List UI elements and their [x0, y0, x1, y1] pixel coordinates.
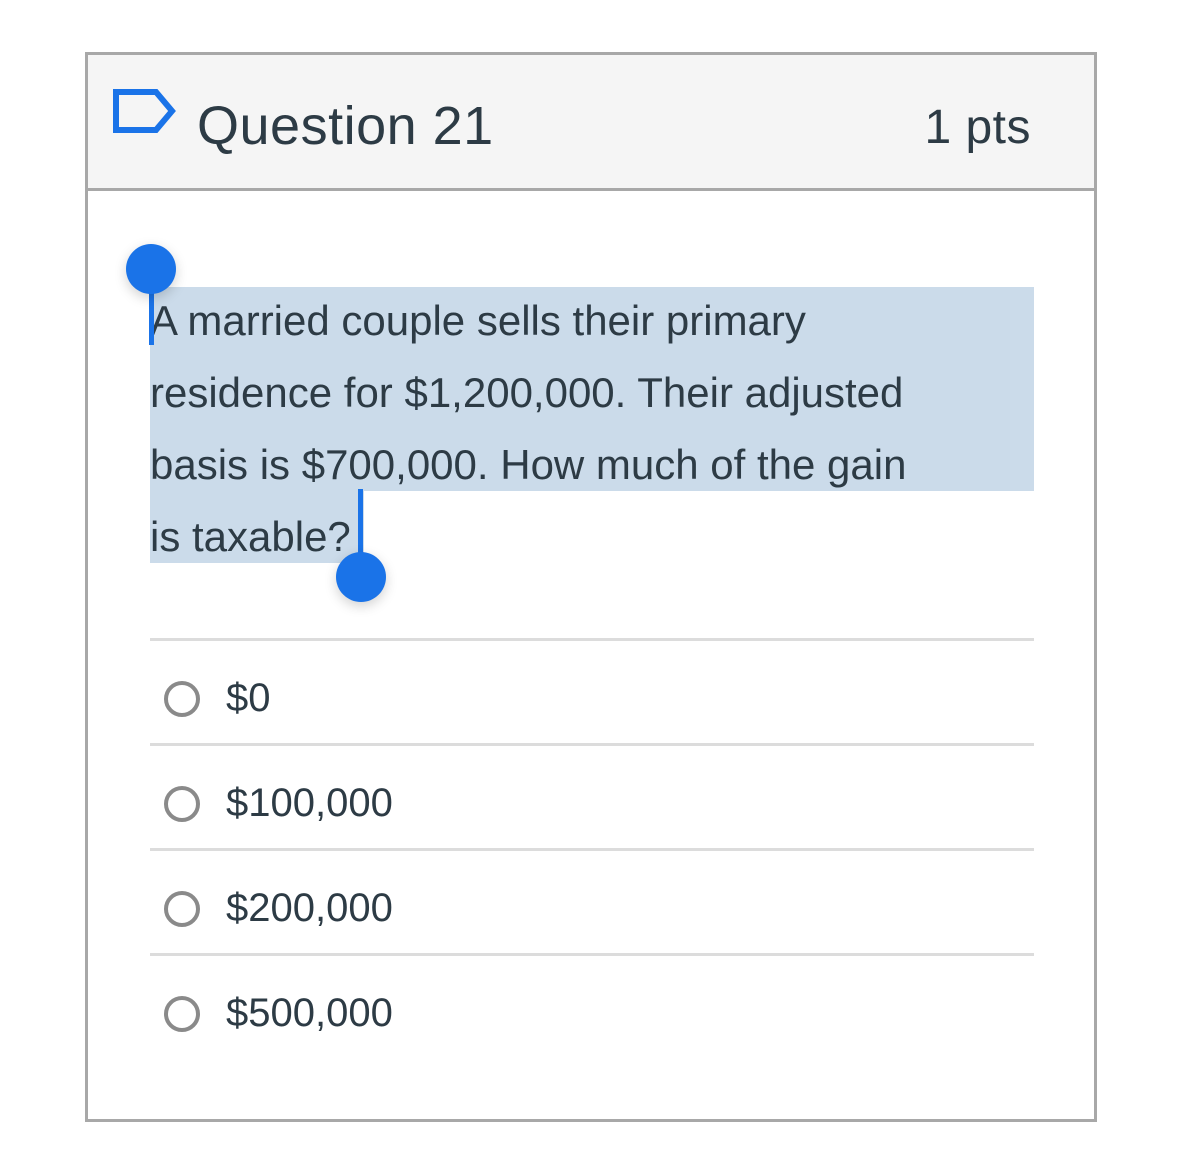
- answer-label: $200,000: [226, 886, 393, 930]
- question-card: Question 21 1 pts A married couple sells…: [85, 52, 1097, 1122]
- radio-button[interactable]: [164, 681, 200, 717]
- radio-button[interactable]: [164, 891, 200, 927]
- question-text-line: basis is $700,000. How much of the gain: [150, 441, 907, 488]
- radio-button[interactable]: [164, 996, 200, 1032]
- question-text: A married couple sells their primary res…: [150, 285, 1034, 573]
- question-title: Question 21: [197, 96, 494, 156]
- answer-option[interactable]: $200,000: [150, 848, 1034, 953]
- answer-option[interactable]: $500,000: [150, 953, 1034, 1058]
- question-points: 1 pts: [924, 101, 1031, 154]
- flag-outline-icon[interactable]: [112, 88, 176, 134]
- question-text-line: residence for $1,200,000. Their adjusted: [150, 369, 904, 416]
- answer-option[interactable]: $100,000: [150, 743, 1034, 848]
- question-text-line: A married couple sells their primary: [150, 297, 806, 344]
- answer-label: $100,000: [226, 781, 393, 825]
- selection-end-handle[interactable]: [336, 552, 386, 602]
- selection-start-cursor: [149, 287, 154, 345]
- answer-list: $0 $100,000 $200,000 $500,000: [150, 638, 1034, 1058]
- radio-button[interactable]: [164, 786, 200, 822]
- selection-start-handle[interactable]: [126, 244, 176, 294]
- answer-label: $500,000: [226, 991, 393, 1035]
- question-text-line: is taxable?: [150, 513, 351, 560]
- question-header: Question 21 1 pts: [88, 55, 1094, 191]
- answer-option[interactable]: $0: [150, 638, 1034, 743]
- answer-label: $0: [226, 676, 271, 720]
